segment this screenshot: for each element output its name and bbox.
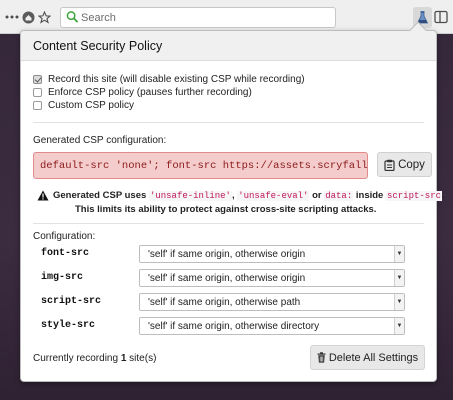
generated-csp-value[interactable]: default-src 'none'; font-src https://ass… bbox=[33, 152, 368, 179]
unsafe-eval-keyword: 'unsafe-eval' bbox=[237, 191, 310, 201]
popup-title: Content Security Policy bbox=[33, 39, 163, 53]
record-site-checkbox[interactable] bbox=[33, 75, 42, 84]
directive-name: script-src bbox=[41, 296, 102, 307]
popup-header: Content Security Policy bbox=[21, 31, 436, 61]
csp-popup-panel: Content Security Policy Record this site… bbox=[20, 21, 445, 382]
divider bbox=[33, 122, 424, 123]
trash-icon bbox=[317, 352, 326, 363]
chevron-down-icon: ▼ bbox=[394, 318, 404, 334]
home-icon[interactable] bbox=[20, 9, 36, 25]
warning-icon bbox=[37, 190, 49, 201]
search-icon bbox=[66, 11, 79, 23]
generated-csp-label: Generated CSP configuration: bbox=[33, 135, 167, 146]
script-src-keyword: script-src bbox=[385, 191, 442, 201]
configuration-label: Configuration: bbox=[33, 231, 96, 242]
select-value: 'self' if same origin, otherwise path bbox=[148, 297, 301, 308]
chevron-down-icon: ▼ bbox=[394, 294, 404, 310]
img-src-select[interactable]: 'self' if same origin, otherwise origin … bbox=[139, 269, 405, 287]
custom-policy-checkbox[interactable] bbox=[33, 101, 42, 110]
record-site-label: Record this site (will disable existing … bbox=[48, 74, 305, 85]
sidebar-icon[interactable] bbox=[434, 10, 448, 24]
bookmark-star-icon[interactable] bbox=[36, 9, 52, 25]
directive-name: img-src bbox=[41, 272, 84, 283]
chevron-down-icon: ▼ bbox=[394, 270, 404, 286]
warning-detail: This limits its ability to protect again… bbox=[75, 204, 377, 215]
config-row-style-src: style-src 'self' if same origin, otherwi… bbox=[41, 317, 433, 335]
select-value: 'self' if same origin, otherwise origin bbox=[148, 273, 306, 284]
warning-or: or bbox=[312, 190, 322, 201]
warning-period: . bbox=[442, 190, 445, 201]
search-box[interactable] bbox=[60, 7, 336, 28]
select-value: 'self' if same origin, otherwise directo… bbox=[148, 321, 320, 332]
warning-prefix: Generated CSP uses bbox=[53, 190, 147, 201]
warning-comma: , bbox=[231, 190, 235, 201]
custom-policy-option[interactable]: Custom CSP policy bbox=[33, 99, 134, 112]
warning-inside: inside bbox=[355, 190, 384, 201]
status-suffix: site(s) bbox=[129, 353, 157, 364]
style-src-select[interactable]: 'self' if same origin, otherwise directo… bbox=[139, 317, 405, 335]
chevron-down-icon: ▼ bbox=[394, 246, 404, 262]
copy-button[interactable]: Copy bbox=[377, 152, 432, 177]
delete-label: Delete All Settings bbox=[328, 351, 419, 364]
delete-all-settings-button[interactable]: Delete All Settings bbox=[310, 345, 425, 370]
custom-policy-label: Custom CSP policy bbox=[48, 100, 134, 111]
directive-name: font-src bbox=[41, 248, 90, 259]
recording-count: 1 bbox=[120, 353, 127, 364]
config-row-img-src: img-src 'self' if same origin, otherwise… bbox=[41, 269, 433, 287]
data-keyword: data: bbox=[324, 191, 354, 201]
script-src-select[interactable]: 'self' if same origin, otherwise path ▼ bbox=[139, 293, 405, 311]
status-prefix: Currently recording bbox=[33, 353, 119, 364]
clipboard-icon bbox=[384, 159, 395, 171]
copy-label: Copy bbox=[398, 158, 425, 171]
enforce-policy-label: Enforce CSP policy (pauses further recor… bbox=[48, 87, 252, 98]
divider bbox=[33, 223, 424, 224]
font-src-select[interactable]: 'self' if same origin, otherwise origin … bbox=[139, 245, 405, 263]
enforce-policy-checkbox[interactable] bbox=[33, 88, 42, 97]
unsafe-inline-keyword: 'unsafe-inline' bbox=[148, 191, 232, 201]
enforce-policy-option[interactable]: Enforce CSP policy (pauses further recor… bbox=[33, 86, 252, 99]
config-row-script-src: script-src 'self' if same origin, otherw… bbox=[41, 293, 433, 311]
recording-status: Currently recording 1 site(s) bbox=[33, 353, 156, 364]
search-input[interactable] bbox=[81, 9, 331, 26]
browser-toolbar bbox=[0, 0, 453, 34]
more-icon[interactable] bbox=[4, 9, 20, 25]
directive-name: style-src bbox=[41, 320, 96, 331]
record-site-option[interactable]: Record this site (will disable existing … bbox=[33, 73, 305, 86]
select-value: 'self' if same origin, otherwise origin bbox=[148, 249, 306, 260]
config-row-font-src: font-src 'self' if same origin, otherwis… bbox=[41, 245, 433, 263]
